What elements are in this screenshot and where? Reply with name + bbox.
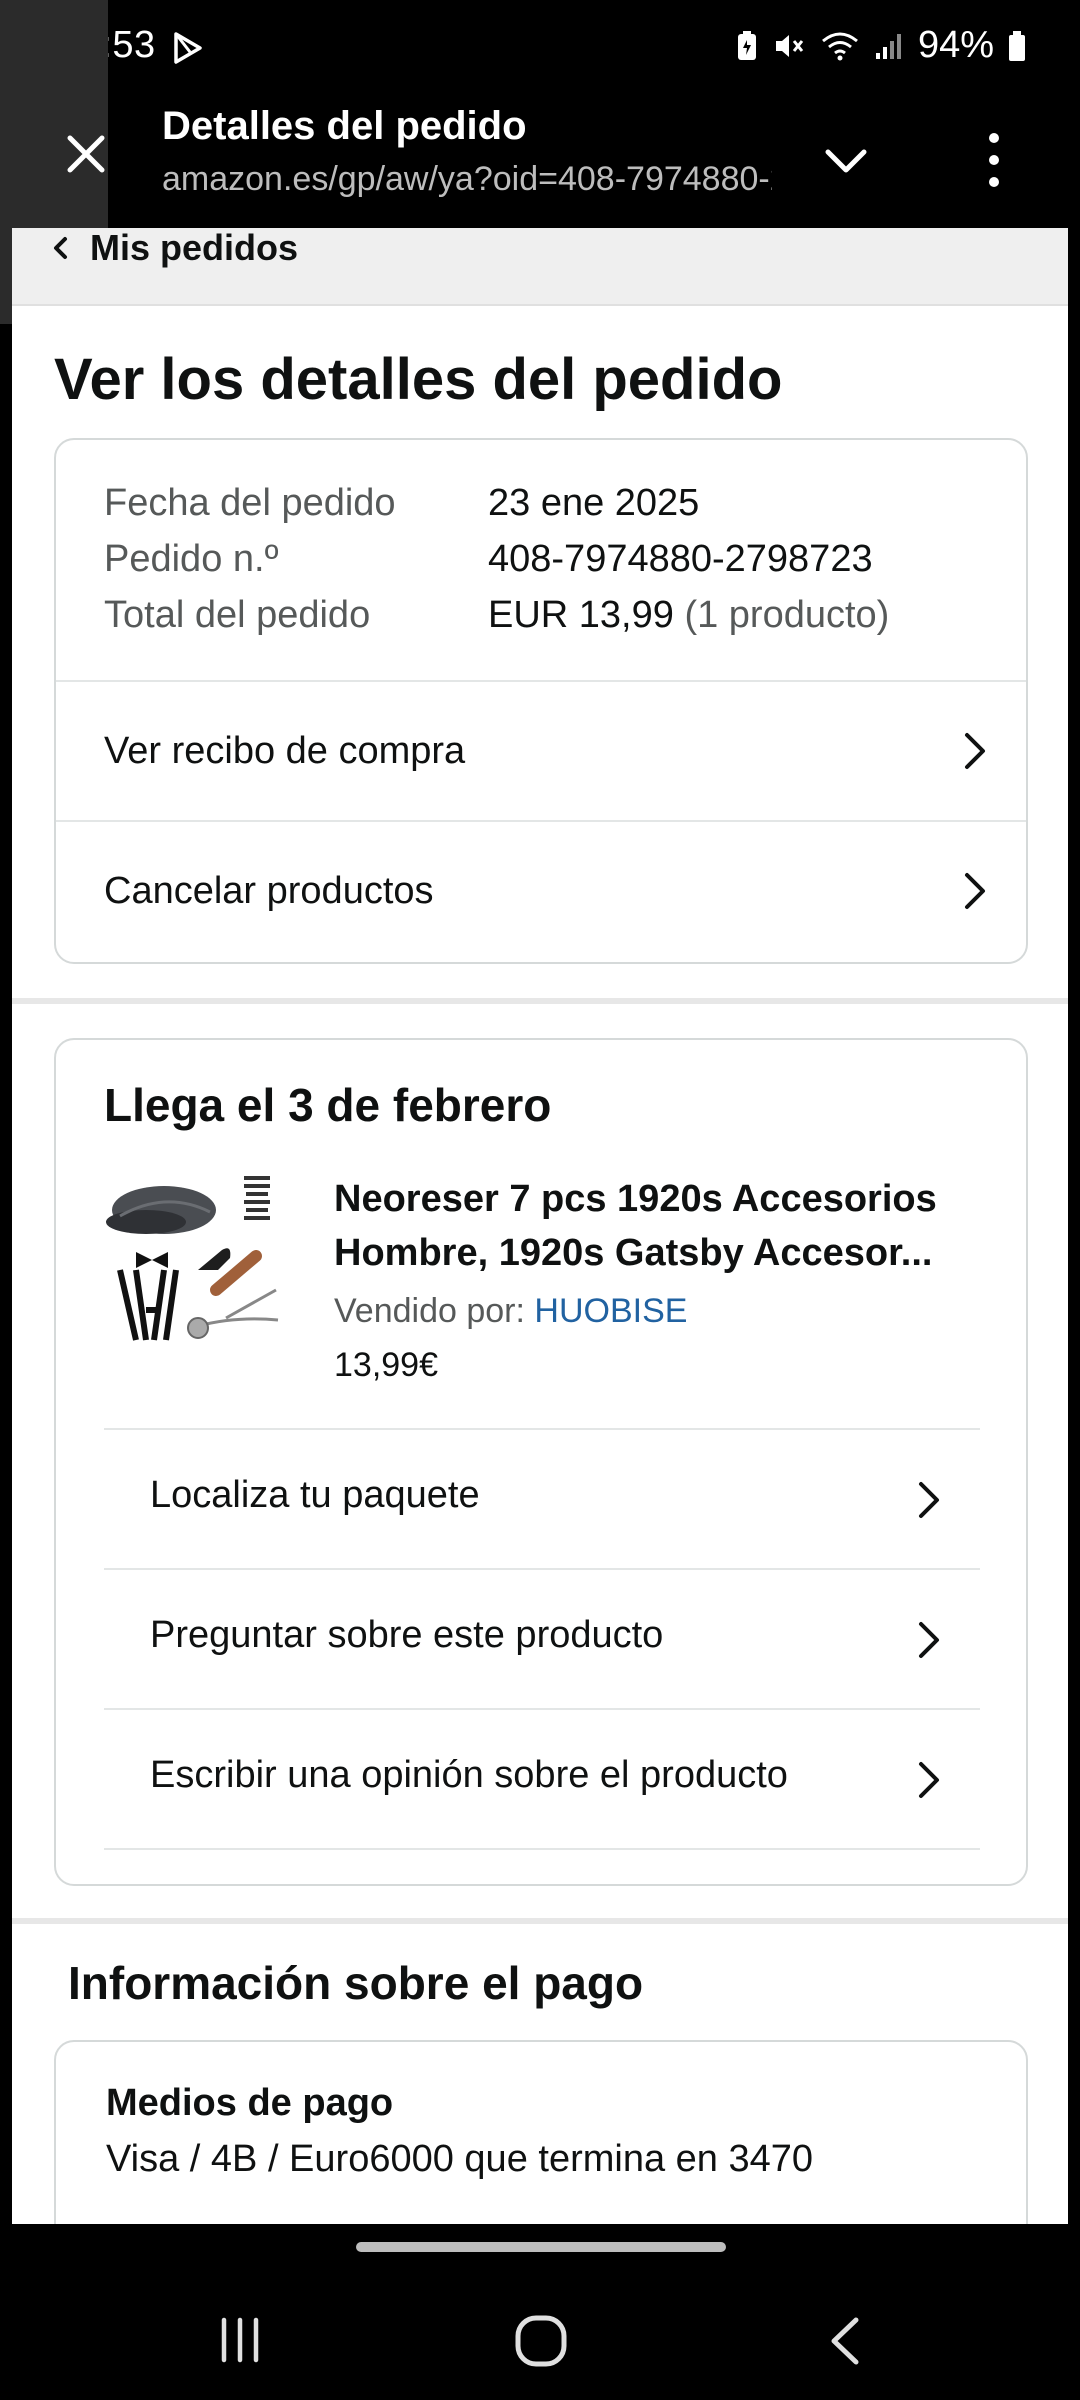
breadcrumb-label: Mis pedidos	[90, 228, 299, 268]
cancel-products-label: Cancelar productos	[104, 869, 434, 912]
more-options-icon[interactable]	[978, 128, 1010, 192]
tab-title: Detalles del pedido	[162, 104, 527, 148]
cancel-products-link[interactable]: Cancelar productos	[56, 822, 1026, 960]
product-title-line2: Hombre, 1920s Gatsby Accesor...	[334, 1232, 933, 1274]
order-date-value: 23 ene 2025	[488, 482, 700, 524]
order-item-count: (1 producto)	[684, 594, 890, 636]
section-separator	[12, 1918, 1068, 1924]
product-price: 13,99€	[334, 1346, 438, 1384]
ask-product-question-link[interactable]: Preguntar sobre este producto	[104, 1568, 980, 1706]
battery-icon	[1009, 30, 1025, 61]
payment-card: Medios de pago Visa / 4B / Euro6000 que …	[54, 2040, 1028, 2224]
system-nav-bar	[0, 2224, 1080, 2400]
browser-tab-header: Detalles del pedido amazon.es/gp/aw/ya?o…	[0, 0, 1080, 324]
recent-apps-icon[interactable]	[216, 2316, 264, 2364]
order-number-value: 408-7974880-2798723	[488, 538, 873, 580]
order-date-label: Fecha del pedido	[104, 482, 396, 524]
order-total-amount: EUR 13,99	[488, 594, 674, 636]
order-summary-card: Fecha del pedido 23 ene 2025 Pedido n.º …	[54, 438, 1028, 964]
view-receipt-label: Ver recibo de compra	[104, 729, 466, 772]
track-package-label: Localiza tu paquete	[150, 1474, 480, 1516]
battery-saver-icon	[737, 30, 756, 60]
chevron-right-icon	[965, 733, 985, 769]
page-title: Ver los detalles del pedido	[54, 347, 783, 412]
divider	[104, 1848, 980, 1850]
page-content: Mis pedidos Ver los detalles del pedido …	[12, 228, 1068, 2224]
product-title-line1: Neoreser 7 pcs 1920s Accesorios	[334, 1178, 937, 1220]
product-image[interactable]	[106, 1170, 286, 1350]
write-review-link[interactable]: Escribir una opinión sobre el producto	[104, 1708, 980, 1846]
payment-method-label: Medios de pago	[106, 2082, 394, 2124]
chevron-right-icon	[919, 1622, 939, 1658]
chevron-right-icon	[919, 1762, 939, 1798]
status-bar: 10:53 94%	[0, 0, 1080, 96]
chevron-left-icon	[54, 237, 67, 259]
delivery-date-title: Llega el 3 de febrero	[104, 1079, 552, 1131]
chevron-down-icon[interactable]	[820, 136, 872, 188]
seller-link[interactable]: HUOBISE	[534, 1292, 687, 1330]
product-seller: Vendido por: HUOBISE	[334, 1292, 687, 1331]
section-separator	[12, 998, 1068, 1004]
tab-url: amazon.es/gp/aw/ya?oid=408-7974880-27987…	[162, 160, 772, 198]
home-icon[interactable]	[514, 2314, 568, 2368]
order-total-label: Total del pedido	[104, 594, 371, 636]
chevron-right-icon	[919, 1482, 939, 1518]
order-total-value: EUR 13,99 (1 producto)	[488, 594, 889, 637]
ask-question-label: Preguntar sobre este producto	[150, 1614, 664, 1656]
back-icon[interactable]	[826, 2314, 864, 2368]
chevron-right-icon	[965, 873, 985, 909]
view-receipt-link[interactable]: Ver recibo de compra	[56, 682, 1026, 820]
delivery-card: Llega el 3 de febrero Neoreser 7 pcs 192…	[54, 1038, 1028, 1886]
status-icons: 94%	[736, 24, 1026, 67]
signal-icon	[875, 33, 901, 59]
breadcrumb-link[interactable]: Mis pedidos	[50, 228, 298, 268]
track-package-link[interactable]: Localiza tu paquete	[104, 1428, 980, 1566]
mute-icon	[775, 34, 804, 57]
product-title-link[interactable]: Neoreser 7 pcs 1920s Accesorios Hombre, …	[334, 1172, 984, 1280]
gesture-handle[interactable]	[356, 2242, 726, 2252]
wifi-icon	[821, 32, 858, 60]
payment-info-title: Información sobre el pago	[68, 1957, 644, 2009]
seller-label: Vendido por:	[334, 1292, 525, 1330]
write-review-label: Escribir una opinión sobre el producto	[150, 1754, 788, 1796]
battery-percent: 94%	[917, 24, 994, 66]
close-icon	[67, 135, 105, 173]
payment-method-value: Visa / 4B / Euro6000 que termina en 3470	[106, 2138, 814, 2180]
breadcrumb-bar: Mis pedidos	[12, 228, 1068, 306]
play-store-icon	[174, 32, 202, 64]
order-number-label: Pedido n.º	[104, 538, 279, 580]
